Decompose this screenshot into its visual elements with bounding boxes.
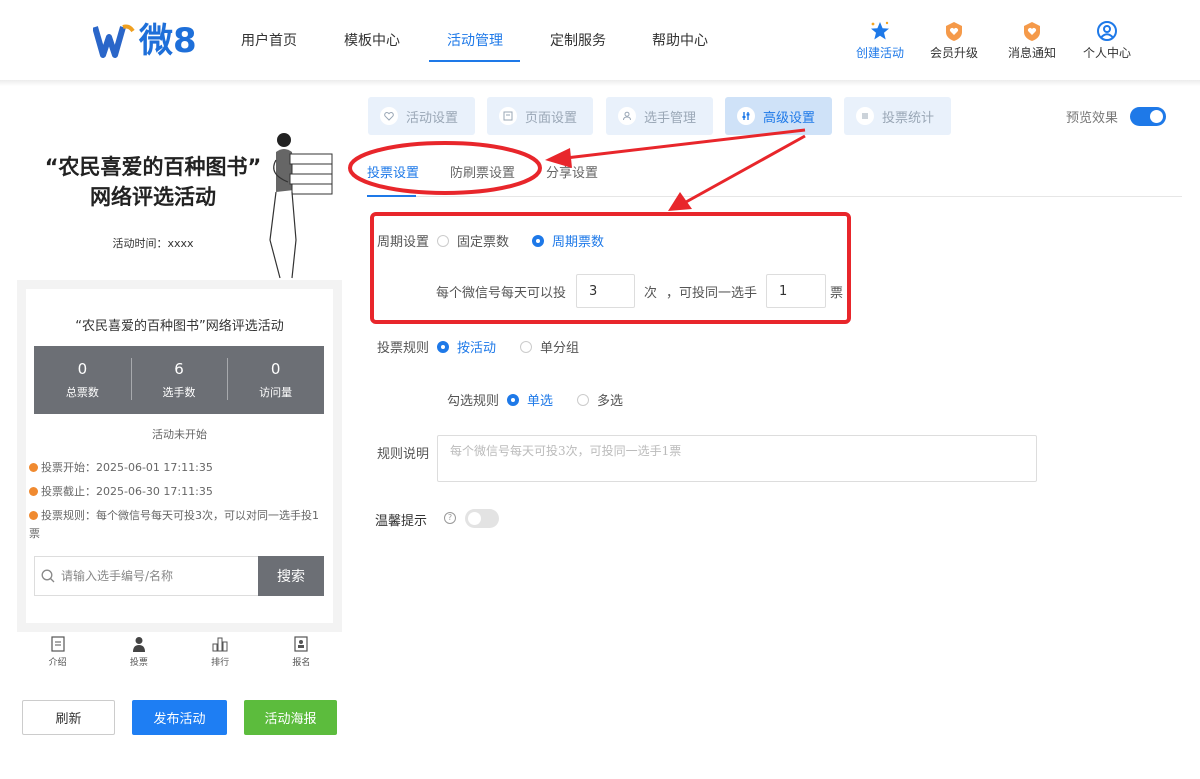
stat-visits: 0 访问量 [227,346,324,414]
heart-badge-icon [946,22,962,41]
publish-activity-button[interactable]: 发布活动 [132,700,227,735]
nav-custom-service[interactable]: 定制服务 [550,30,606,50]
user-circle-icon [1097,21,1117,41]
list-icon [856,107,874,125]
page-icon [499,107,517,125]
preview-effect-toggle[interactable] [1130,107,1166,126]
radio-periodic-votes[interactable]: 周期票数 [532,231,604,250]
person-icon [618,107,636,125]
nav-help-center[interactable]: 帮助中心 [652,30,708,50]
info-dot-icon [29,463,38,472]
nav-template-center[interactable]: 模板中心 [344,30,400,50]
player-search-input[interactable] [61,557,258,595]
annotation-arrow-head [668,192,692,211]
brand-logo[interactable]: 微8 [93,20,197,62]
card-title: “农民喜爱的百种图书”网络评选活动 [75,319,284,334]
radio-by-activity[interactable]: 按活动 [437,337,496,356]
tab-intro[interactable]: 介绍 [17,632,98,678]
radio-single-group[interactable]: 单分组 [520,337,579,356]
search-icon [35,557,61,595]
step-advanced-settings[interactable]: 高级设置 [725,97,832,135]
radio-circle [520,340,532,353]
radio-circle [437,234,449,247]
message-notification-button[interactable]: 消息通知 [997,20,1067,61]
header-shadow [0,80,1200,86]
logo-text: 微8 [139,21,197,61]
preview-effect-label: 预览效果 [1066,111,1119,126]
step-vote-statistics[interactable]: 投票统计 [844,97,951,135]
poster-time: 活动时间：xxxx [112,237,194,250]
player-search: 搜索 [34,556,324,596]
personal-center-button[interactable]: 个人中心 [1072,20,1142,61]
heart-icon [380,107,398,125]
poster-title: “农民喜爱的百种图书” 网络评选活动 [44,155,262,209]
top-navbar: 微8 用户首页 模板中心 活动管理 定制服务 帮助中心 创建活动 会员升级 消息… [0,0,1200,80]
member-upgrade-button[interactable]: 会员升级 [919,20,989,61]
votes-per-day-input[interactable] [576,274,635,308]
vote-end-line: 投票截止：2025-06-30 17:11:35 [29,483,213,499]
person-icon [132,637,145,652]
player-search-button[interactable]: 搜索 [258,556,324,596]
mobile-tabbar: 介绍 投票 排行 报名 [17,632,342,678]
tab-signup[interactable]: 报名 [261,632,342,678]
subtab-divider [367,196,1182,197]
step-player-management[interactable]: 选手管理 [606,97,713,135]
stats-panel: 0 总票数 6 选手数 0 访问量 [34,346,324,414]
nav-active-indicator [429,60,520,62]
warm-tip-label: 温馨提示 [375,514,428,529]
same-player-label: ，可投同一选手 [666,286,758,301]
rule-description-label: 规则说明 [377,447,430,462]
rule-description-textarea[interactable] [437,435,1037,482]
signup-icon [294,636,308,652]
radio-fixed-votes[interactable]: 固定票数 [437,231,509,250]
period-settings-label: 周期设置 [377,235,430,250]
activity-status: 活动未开始 [152,428,207,441]
subtab-active-indicator [367,195,416,197]
nav-activity-management[interactable]: 活动管理 [447,30,503,50]
radio-circle [507,393,519,406]
stat-total-votes: 0 总票数 [65,360,99,399]
check-rule-label: 勾选规则 [447,394,500,409]
same-player-unit: 票 [830,286,844,301]
info-dot-icon [29,487,38,496]
tab-anti-fraud-settings[interactable]: 防刷票设置 [450,162,515,181]
preview-card: “农民喜爱的百种图书”网络评选活动 0 总票数 6 选手数 0 访问量 活动未开… [26,289,333,623]
radio-circle [532,234,544,247]
document-icon [51,636,65,652]
tab-vote[interactable]: 投票 [98,632,179,678]
vote-start-line: 投票开始：2025-06-01 17:11:35 [29,459,213,475]
activity-poster-button[interactable]: 活动海报 [244,700,337,735]
info-dot-icon [29,511,38,520]
vote-rule-label: 投票规则 [377,341,430,356]
same-player-votes-input[interactable] [766,274,826,308]
step-page-settings[interactable]: 页面设置 [487,97,593,135]
vote-rule-line: 投票规则：每个微信号每天可投3次，可以对同一选手投1票 [29,509,319,540]
radio-single-choice[interactable]: 单选 [507,390,553,409]
mobile-preview: “农民喜爱的百种图书” 网络评选活动 活动时间：xxxx “农民喜爱的百种图书”… [17,90,342,690]
per-day-label: 每个微信号每天可以投 [436,286,567,301]
person-carrying-books-illustration [269,133,333,279]
preview-card-frame: “农民喜爱的百种图书”网络评选活动 0 总票数 6 选手数 0 访问量 活动未开… [17,280,342,632]
logo-w-icon [93,24,135,58]
refresh-button[interactable]: 刷新 [22,700,115,735]
tab-ranking[interactable]: 排行 [180,632,261,678]
annotation-arrow-line [685,134,806,204]
sliders-icon [737,107,755,125]
heart-badge-icon [1024,22,1040,41]
radio-multi-choice[interactable]: 多选 [577,390,623,409]
per-day-unit: 次 [644,286,658,301]
create-activity-button[interactable]: 创建活动 [845,20,915,61]
ranking-icon [212,637,228,652]
tab-share-settings[interactable]: 分享设置 [546,162,598,181]
warm-tip-toggle[interactable] [465,509,499,528]
stat-player-count: 6 选手数 [130,346,228,414]
tab-vote-settings[interactable]: 投票设置 [367,162,419,181]
radio-circle [577,393,589,406]
step-activity-settings[interactable]: 活动设置 [368,97,475,135]
radio-circle [437,340,449,353]
question-icon[interactable]: ? [444,512,456,524]
star-icon [871,21,889,40]
nav-user-home[interactable]: 用户首页 [241,30,297,50]
